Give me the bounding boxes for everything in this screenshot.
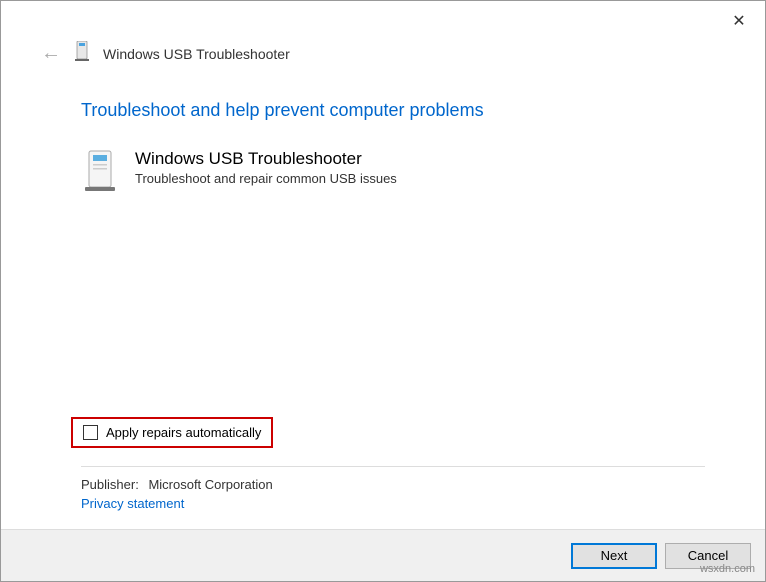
- close-icon: ✕: [732, 11, 745, 31]
- troubleshooter-window: ✕ ← Windows USB Troubleshooter Troublesh…: [0, 0, 766, 582]
- close-button[interactable]: ✕: [721, 6, 757, 36]
- apply-repairs-highlight: Apply repairs automatically: [71, 417, 273, 448]
- content-area: Troubleshoot and help prevent computer p…: [1, 82, 765, 529]
- troubleshooter-small-icon: [73, 41, 91, 66]
- troubleshooter-item: Windows USB Troubleshooter Troubleshoot …: [81, 149, 705, 198]
- item-description: Troubleshoot and repair common USB issue…: [135, 171, 397, 186]
- apply-repairs-checkbox[interactable]: [83, 425, 98, 440]
- back-arrow-icon[interactable]: ←: [41, 42, 61, 65]
- apply-repairs-label: Apply repairs automatically: [106, 425, 261, 440]
- main-heading: Troubleshoot and help prevent computer p…: [81, 100, 705, 121]
- privacy-statement-link[interactable]: Privacy statement: [81, 496, 705, 511]
- divider: [81, 466, 705, 467]
- item-title: Windows USB Troubleshooter: [135, 149, 397, 169]
- titlebar: ✕: [1, 1, 765, 41]
- next-button[interactable]: Next: [571, 543, 657, 569]
- window-title: Windows USB Troubleshooter: [103, 46, 290, 62]
- footer: Next Cancel: [1, 529, 765, 581]
- publisher-value: Microsoft Corporation: [148, 477, 272, 492]
- watermark: wsxdn.com: [700, 563, 755, 575]
- publisher-label: Publisher:: [81, 477, 139, 492]
- header-row: ← Windows USB Troubleshooter: [1, 41, 765, 82]
- troubleshooter-text: Windows USB Troubleshooter Troubleshoot …: [135, 149, 397, 186]
- troubleshooter-large-icon: [81, 149, 119, 198]
- publisher-row: Publisher: Microsoft Corporation: [81, 477, 705, 492]
